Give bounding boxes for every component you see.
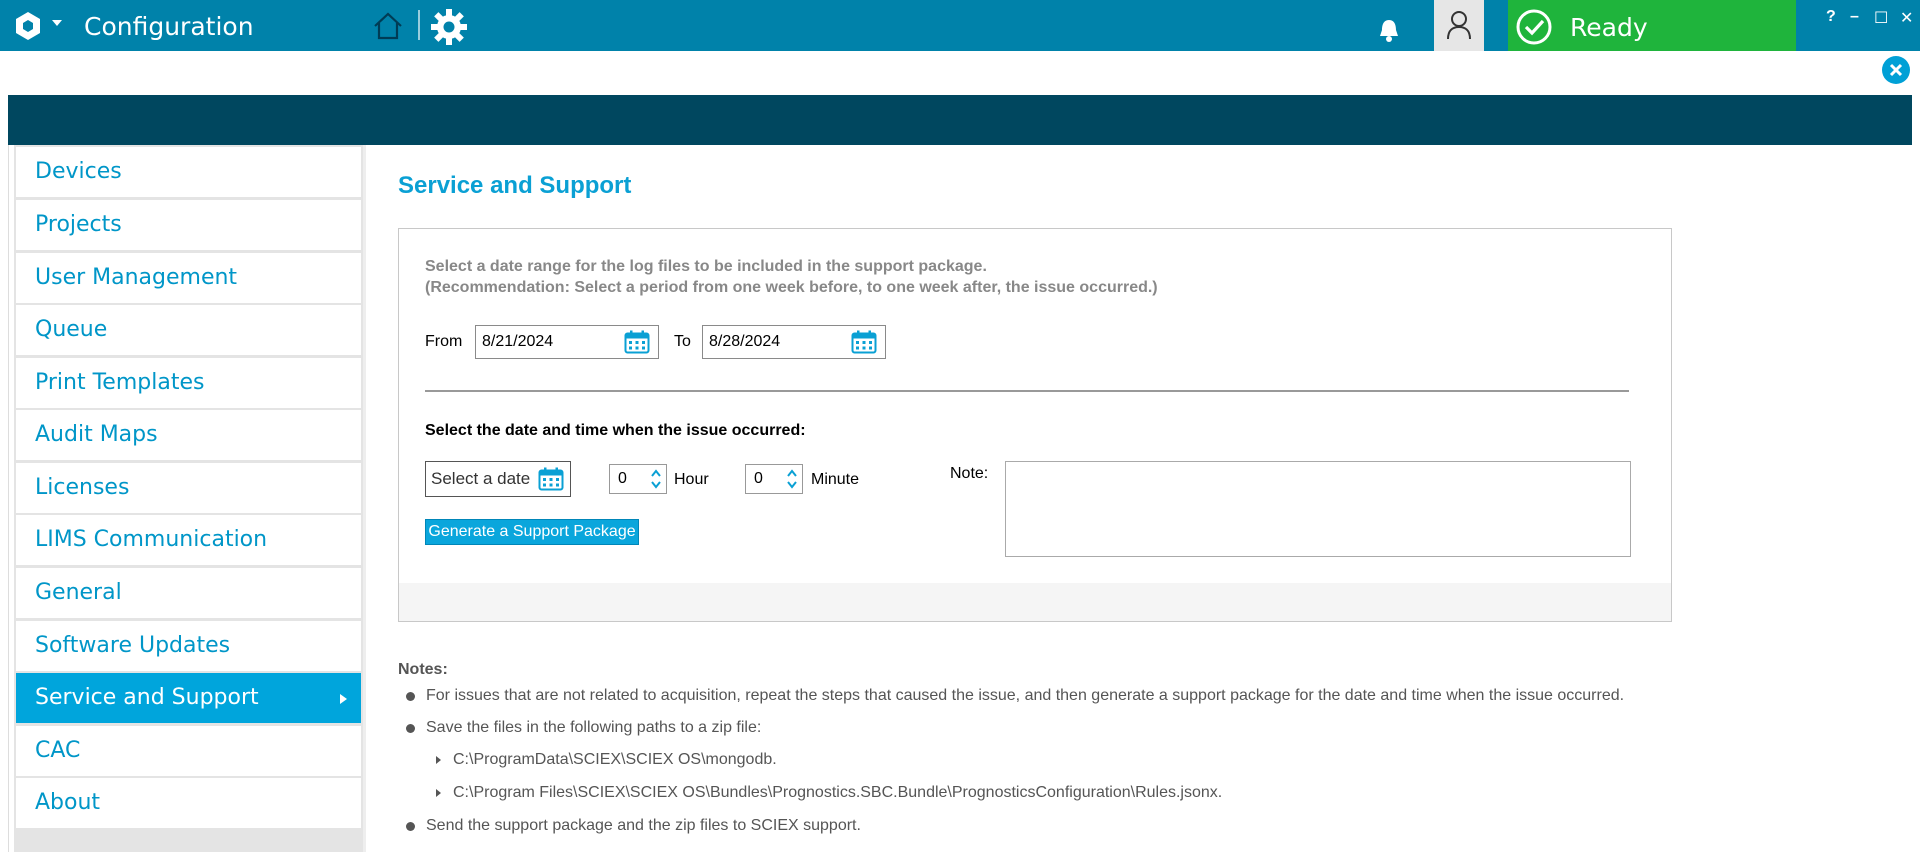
panel-footer — [399, 583, 1671, 621]
calendar-icon[interactable] — [624, 330, 650, 354]
section-header-band — [8, 95, 1912, 145]
stepper-arrows-icon[interactable] — [650, 468, 662, 490]
issue-time-heading: Select the date and time when the issue … — [425, 422, 806, 439]
status-label: Ready — [1570, 13, 1648, 42]
maximize-button[interactable]: ☐ — [1874, 8, 1888, 28]
caret-right-icon — [436, 789, 441, 797]
bell-icon[interactable] — [1376, 16, 1402, 44]
range-instruction: Select a date range for the log files to… — [425, 258, 987, 275]
app-logo-icon[interactable] — [12, 10, 44, 42]
sidebar-item-general[interactable]: General — [16, 568, 361, 618]
issue-date-input[interactable]: Select a date — [425, 461, 571, 497]
help-button[interactable]: ? — [1826, 8, 1836, 26]
hour-label: Hour — [674, 471, 709, 488]
sidebar-item-projects[interactable]: Projects — [16, 200, 361, 250]
toolbar-divider — [418, 10, 420, 40]
window-controls: ? – ☐ ✕ — [1820, 8, 1920, 32]
gear-icon[interactable] — [430, 8, 468, 46]
sidebar-item-service-and-support[interactable]: Service and Support — [16, 673, 361, 723]
stepper-arrows-icon[interactable] — [786, 468, 798, 490]
note-item: Save the files in the following paths to… — [426, 719, 762, 736]
hour-stepper[interactable]: 0 — [609, 464, 667, 494]
to-label: To — [674, 333, 691, 350]
close-icon — [1889, 63, 1903, 77]
range-recommendation: (Recommendation: Select a period from on… — [425, 279, 1158, 296]
note-textarea[interactable] — [1005, 461, 1631, 557]
note-item: For issues that are not related to acqui… — [426, 687, 1625, 704]
path-item: C:\Program Files\SCIEX\SCIEX OS\Bundles\… — [453, 784, 1223, 801]
minimize-button[interactable]: – — [1850, 8, 1859, 26]
note-item: Send the support package and the zip fil… — [426, 817, 861, 834]
check-circle-icon — [1516, 9, 1552, 45]
calendar-icon[interactable] — [851, 330, 877, 354]
support-package-panel: Select a date range for the log files to… — [398, 228, 1672, 622]
user-icon — [1447, 11, 1471, 40]
bullet-icon — [406, 724, 415, 733]
sidebar-item-licenses[interactable]: Licenses — [16, 463, 361, 513]
sidebar-item-devices[interactable]: Devices — [16, 147, 361, 197]
caret-right-icon — [436, 756, 441, 764]
sidebar-item-print-templates[interactable]: Print Templates — [16, 358, 361, 408]
sidebar-divider — [363, 145, 366, 852]
from-label: From — [425, 333, 463, 350]
minute-stepper[interactable]: 0 — [745, 464, 803, 494]
notes-title: Notes: — [398, 661, 448, 678]
sidebar-item-user-management[interactable]: User Management — [16, 253, 361, 303]
title-bar: Configuration Ready ? – ☐ ✕ — [0, 0, 1920, 51]
section-divider — [425, 390, 1629, 392]
bullet-icon — [406, 692, 415, 701]
sidebar-item-queue[interactable]: Queue — [16, 305, 361, 355]
sidebar-item-software-updates[interactable]: Software Updates — [16, 621, 361, 671]
calendar-icon[interactable] — [538, 467, 564, 491]
user-button[interactable] — [1434, 0, 1484, 51]
generate-support-package-button[interactable]: Generate a Support Package — [425, 519, 639, 545]
to-date-input[interactable]: 8/28/2024 — [702, 325, 886, 359]
page-title: Service and Support — [398, 172, 632, 199]
sidebar: Devices Projects User Management Queue P… — [14, 145, 363, 852]
sidebar-item-about[interactable]: About — [16, 778, 361, 828]
app-title: Configuration — [84, 12, 254, 41]
app-menu-chevron-down-icon[interactable] — [52, 20, 62, 26]
close-panel-button[interactable] — [1882, 56, 1910, 84]
note-label: Note: — [950, 465, 989, 482]
minute-label: Minute — [811, 471, 860, 488]
path-item: C:\ProgramData\SCIEX\SCIEX OS\mongodb. — [453, 751, 777, 768]
sidebar-item-lims-communication[interactable]: LIMS Communication — [16, 515, 361, 565]
close-window-button[interactable]: ✕ — [1900, 8, 1913, 28]
chevron-right-icon — [340, 694, 347, 704]
home-icon[interactable] — [372, 11, 404, 41]
from-date-input[interactable]: 8/21/2024 — [475, 325, 659, 359]
bullet-icon — [406, 822, 415, 831]
status-badge: Ready — [1508, 0, 1796, 51]
sidebar-item-cac[interactable]: CAC — [16, 726, 361, 776]
sidebar-item-audit-maps[interactable]: Audit Maps — [16, 410, 361, 460]
